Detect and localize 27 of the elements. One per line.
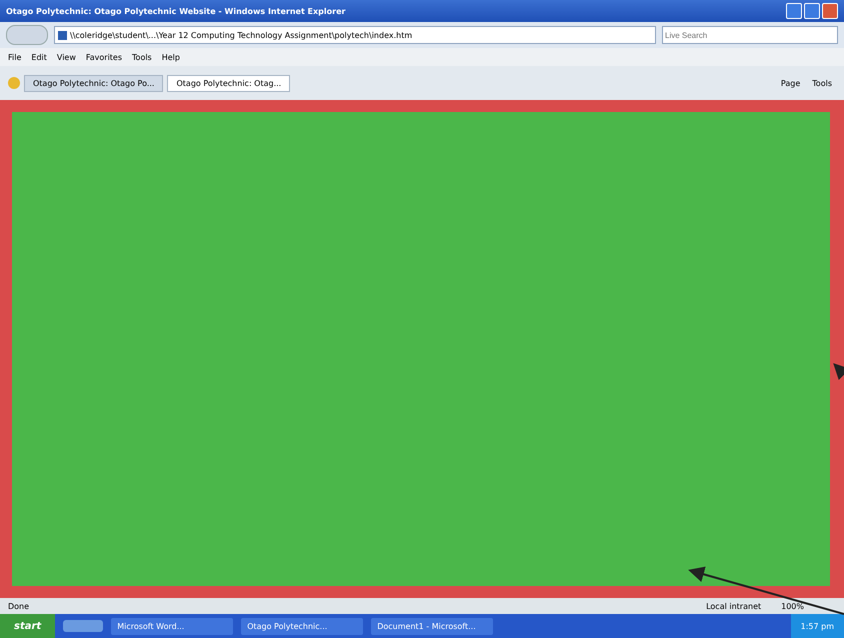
- zoom-button[interactable]: 100%: [781, 602, 804, 610]
- command-button[interactable]: Page: [776, 76, 804, 90]
- taskbar-item[interactable]: Microsoft Word...: [111, 618, 234, 634]
- menu-item[interactable]: Tools: [132, 52, 152, 62]
- annotation-arrow: [833, 363, 844, 380]
- maximize-button[interactable]: [804, 3, 820, 19]
- clock: 1:57 pm: [790, 614, 844, 638]
- minimize-button[interactable]: [786, 3, 802, 19]
- taskbar-item[interactable]: Otago Polytechnic...: [241, 618, 364, 634]
- menu-item[interactable]: View: [56, 52, 76, 62]
- start-button[interactable]: start: [0, 614, 56, 638]
- status-text: Done: [8, 602, 30, 610]
- taskbar-item[interactable]: Document1 - Microsoft...: [371, 618, 494, 634]
- menu-item[interactable]: File: [8, 52, 22, 62]
- zone-text: Local intranet: [706, 602, 762, 610]
- menu-item[interactable]: Edit: [31, 52, 47, 62]
- search-field[interactable]: Live Search: [662, 26, 838, 44]
- menu-item[interactable]: Favorites: [86, 52, 122, 62]
- address-text: \\coleridge\student\...\Year 12 Computing Technology Assignment\polytech\index.htm: [70, 30, 412, 40]
- browser-tab[interactable]: Otago Polytechnic: Otago Po...: [24, 74, 164, 92]
- command-button[interactable]: Tools: [808, 76, 836, 90]
- browser-tab[interactable]: Otago Polytechnic: Otag...: [167, 74, 290, 92]
- page-icon: [58, 30, 67, 40]
- menu-item[interactable]: Help: [162, 52, 180, 62]
- address-field[interactable]: \\coleridge\student\...\Year 12 Computing Technology Assignment\polytech\index.htm: [54, 26, 656, 44]
- window-title: Otago Polytechnic: Otago Polytechnic Website - Windows Internet Explorer: [6, 6, 346, 16]
- close-button[interactable]: [822, 3, 838, 19]
